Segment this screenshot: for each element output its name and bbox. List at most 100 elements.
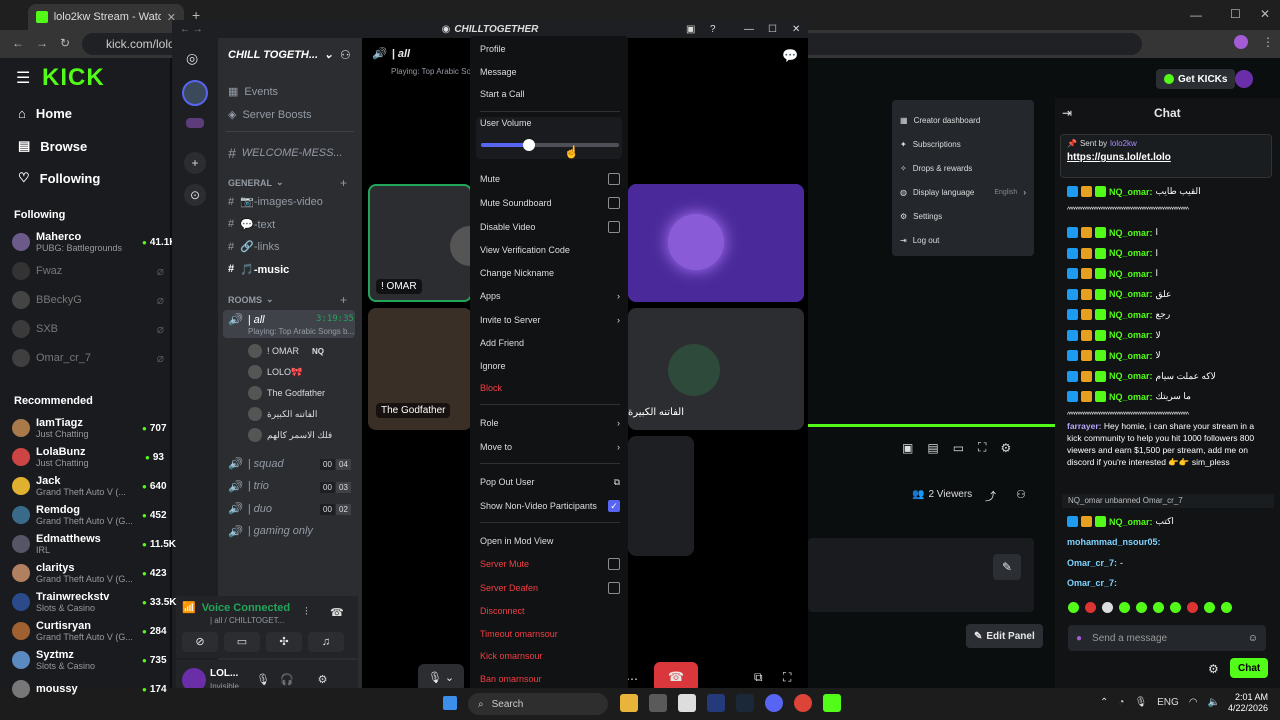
recommended-channel[interactable]: SyztmzSlots & Casino 735 — [12, 646, 167, 674]
recommended-channel[interactable]: EdmatthewsIRL 11.5K — [12, 530, 176, 558]
input-language[interactable]: ENG — [1157, 697, 1179, 708]
following-channel[interactable]: Omar_cr_7 ⌀ — [12, 344, 164, 372]
pip-icon[interactable]: ▤ — [927, 441, 938, 455]
participant-tile[interactable]: الفاتنه الكبيرة — [628, 308, 804, 430]
pinned-link[interactable]: https://guns.lol/et.lolo — [1067, 152, 1265, 163]
invite-people-icon[interactable]: ⚇ — [340, 48, 351, 62]
browser-tab[interactable]: lolo2kw Stream - Watch Live on ✕ — [28, 4, 184, 30]
nav-browse[interactable]: ▤ Browse — [18, 138, 87, 154]
add-friend-icon[interactable]: ⚇ — [1016, 488, 1026, 501]
emote-icon[interactable] — [1153, 602, 1164, 613]
wifi-icon[interactable]: ◠ — [1189, 697, 1198, 708]
settings-gear-icon[interactable]: ⚙ — [1000, 441, 1011, 455]
chat-username[interactable]: NQ_omar: — [1109, 187, 1153, 197]
recommended-channel[interactable]: JackGrand Theft Auto V (... 640 — [12, 472, 167, 500]
ctx-invite[interactable]: Invite to Server › — [480, 309, 620, 331]
text-channel[interactable]: # 📷-images-video — [228, 195, 323, 209]
text-channel[interactable]: # 💬-text — [228, 218, 275, 231]
add-channel-icon[interactable]: + — [340, 176, 347, 190]
user-settings-gear-icon[interactable]: ⚙ — [318, 673, 328, 686]
ctx-change-nickname[interactable]: Change Nickname — [480, 262, 620, 284]
server-avatar[interactable] — [182, 80, 208, 106]
chat-username[interactable]: Omar_cr_7: — [1067, 558, 1117, 568]
following-channel[interactable]: Fwaz ⌀ — [12, 257, 164, 285]
chat-username[interactable]: NQ_omar: — [1109, 517, 1153, 527]
chat-send-button[interactable]: Chat — [1230, 658, 1269, 678]
noise-icon[interactable]: ⫶ — [305, 606, 308, 619]
following-channel[interactable]: BBeckyG ⌀ — [12, 286, 164, 314]
profile-avatar-icon[interactable] — [1234, 35, 1248, 49]
show-non-video-checkbox[interactable]: ✓ — [608, 500, 620, 512]
store-icon[interactable] — [678, 694, 696, 712]
help-icon[interactable]: ? — [710, 24, 716, 35]
emote-icon[interactable] — [1136, 602, 1147, 613]
chat-username[interactable]: NQ_omar: — [1109, 392, 1153, 402]
text-channel[interactable]: # 🎵-music — [228, 263, 289, 276]
category-general[interactable]: GENERAL ⌄ — [228, 177, 284, 188]
participant-tile[interactable] — [628, 184, 804, 302]
recommended-channel[interactable]: LolaBunzJust Chatting 93 — [12, 443, 164, 471]
windows-start-icon[interactable] — [443, 696, 457, 710]
close-window-button[interactable]: ✕ — [1260, 7, 1270, 21]
captions-icon[interactable]: ▭ — [953, 441, 964, 455]
recommended-channel[interactable]: IamTiagzJust Chatting 707 — [12, 414, 167, 442]
ctx-apps[interactable]: Apps › — [480, 285, 620, 307]
category-rooms[interactable]: ROOMS ⌄ — [228, 294, 274, 305]
collapse-chat-icon[interactable]: ⇥ — [1062, 106, 1072, 120]
maximize-icon[interactable]: ☐ — [768, 24, 777, 35]
ctx-start-call[interactable]: Start a Call — [480, 83, 620, 105]
participant-tile[interactable]: The Godfather — [368, 308, 472, 430]
tray-chevron-icon[interactable]: ⌃ — [1100, 697, 1108, 708]
user-avatar[interactable] — [1235, 70, 1253, 88]
camera-off-button[interactable]: ⊘ — [182, 632, 218, 652]
kick-app-icon[interactable] — [823, 694, 841, 712]
ctx-block[interactable]: Block — [480, 377, 620, 399]
server-mute-checkbox[interactable] — [608, 558, 620, 570]
menu-subscriptions[interactable]: ✦ Subscriptions — [900, 132, 1026, 156]
discord-app-icon[interactable] — [765, 694, 783, 712]
ctx-mod-view[interactable]: Open in Mod View — [480, 530, 620, 552]
close-icon[interactable]: ✕ — [792, 24, 800, 35]
emote-icon[interactable] — [1204, 602, 1215, 613]
chat-bubble-icon[interactable]: 💬 — [782, 48, 798, 64]
maximize-window-button[interactable]: ☐ — [1230, 7, 1241, 21]
mute-soundboard-checkbox[interactable] — [608, 197, 620, 209]
back-arrow-icon[interactable]: ← → — [180, 24, 203, 35]
chat-input[interactable]: ● Send a message ☺ — [1068, 625, 1266, 651]
server-header[interactable]: CHILL TOGETH... ⌄ — [228, 48, 352, 62]
recommended-channel[interactable]: moussy 174 — [12, 675, 167, 703]
voice-channel[interactable]: 🔊 | trio — [228, 480, 269, 493]
activities-button[interactable]: ✣ — [266, 632, 302, 652]
chat-username[interactable]: Omar_cr_7: — [1067, 578, 1117, 588]
menu-logout[interactable]: ⇥ Log out — [900, 228, 1026, 252]
ctx-profile[interactable]: Profile — [480, 38, 620, 60]
get-kicks-button[interactable]: Get KICKs — [1156, 69, 1236, 89]
file-explorer-icon[interactable] — [620, 694, 638, 712]
mute-checkbox[interactable] — [608, 173, 620, 185]
reload-icon[interactable]: ↻ — [60, 36, 70, 50]
server-deafen-checkbox[interactable] — [608, 582, 620, 594]
menu-settings[interactable]: ⚙ Settings — [900, 204, 1026, 228]
disable-video-checkbox[interactable] — [608, 221, 620, 233]
emote-icon[interactable] — [1068, 602, 1079, 613]
chat-username[interactable]: NQ_omar: — [1109, 330, 1153, 340]
emote-icon[interactable] — [1187, 602, 1198, 613]
following-channel[interactable]: MahercoPUBG: Battlegrounds 41.1K — [12, 228, 177, 256]
participant-tile[interactable]: ! OMAR — [368, 184, 472, 302]
emote-icon[interactable] — [1170, 602, 1181, 613]
voice-member[interactable]: LOLO🎀 — [248, 365, 302, 379]
ctx-ban[interactable]: Ban omarnsour — [480, 668, 620, 690]
ctx-role[interactable]: Role › — [480, 412, 620, 434]
ctx-server-deafen[interactable]: Server Deafen — [480, 577, 620, 599]
add-room-icon[interactable]: + — [340, 293, 347, 307]
share-icon[interactable]: ⤴ — [985, 488, 996, 504]
ctx-view-verification[interactable]: View Verification Code — [480, 239, 620, 261]
browser-menu-icon[interactable]: ⋮ — [1262, 35, 1274, 49]
voice-member[interactable]: الفاتنه الكبيرة — [248, 407, 317, 421]
edit-pencil-button[interactable]: ✎ — [993, 554, 1021, 580]
emote-icon[interactable] — [1085, 602, 1096, 613]
channel-welcome[interactable]: # WELCOME-MESS... — [228, 145, 343, 161]
recommended-channel[interactable]: RemdogGrand Theft Auto V (G... 452 — [12, 501, 167, 529]
chat-username[interactable]: mohammad_nsour05: — [1067, 537, 1161, 547]
network-icon[interactable]: ◔ — [1118, 697, 1124, 708]
